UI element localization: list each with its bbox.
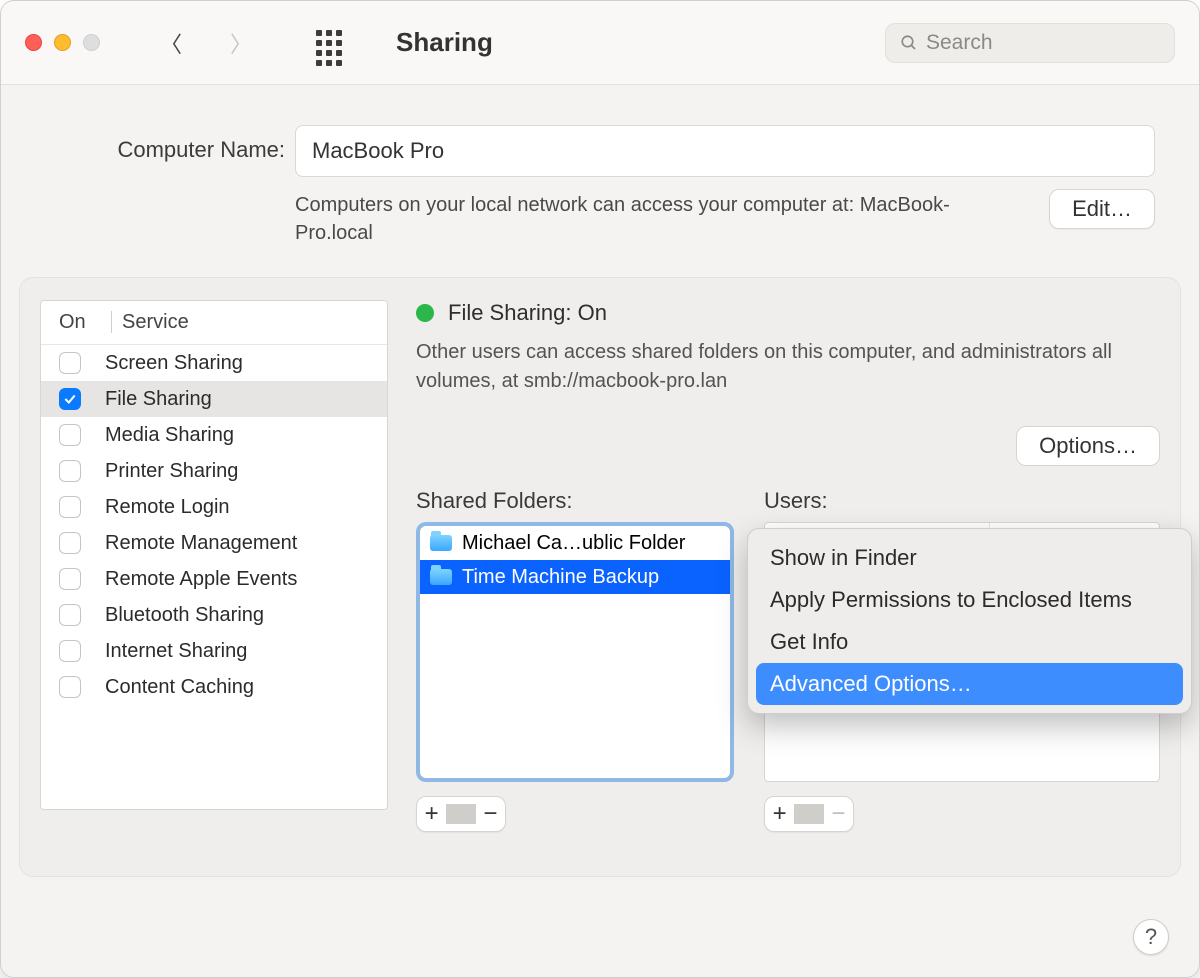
- options-button[interactable]: Options…: [1016, 426, 1160, 466]
- service-detail: File Sharing: On Other users can access …: [416, 300, 1160, 842]
- users-label: Users:: [764, 488, 1160, 514]
- folder-name: Time Machine Backup: [462, 566, 659, 589]
- plusminus-separator: [794, 804, 823, 824]
- remove-user-button: −: [824, 802, 853, 826]
- service-label: Remote Login: [105, 496, 230, 519]
- service-row-internet-sharing[interactable]: Internet Sharing: [41, 633, 387, 669]
- users-plusminus: + −: [764, 796, 854, 832]
- service-label: Bluetooth Sharing: [105, 604, 264, 627]
- search-icon: [900, 34, 918, 52]
- minimize-window-button[interactable]: [54, 34, 71, 51]
- service-checkbox[interactable]: [59, 424, 81, 446]
- computer-name-label: Computer Name:: [45, 125, 285, 163]
- service-label: Printer Sharing: [105, 460, 238, 483]
- service-row-printer-sharing[interactable]: Printer Sharing: [41, 453, 387, 489]
- service-row-screen-sharing[interactable]: Screen Sharing: [41, 345, 387, 381]
- services-header-separator: [111, 311, 112, 333]
- folder-name: Michael Ca…ublic Folder: [462, 532, 685, 555]
- service-checkbox[interactable]: [59, 604, 81, 626]
- edit-computer-name-button[interactable]: Edit…: [1049, 189, 1155, 229]
- service-checkbox[interactable]: [59, 496, 81, 518]
- status-row: File Sharing: On: [416, 300, 1160, 326]
- show-all-prefs-button[interactable]: [316, 30, 350, 56]
- remove-shared-folder-button[interactable]: −: [476, 802, 505, 826]
- service-row-content-caching[interactable]: Content Caching: [41, 669, 387, 705]
- sharing-preferences-window: 〈 〉 Sharing Search Computer Name: Comput…: [0, 0, 1200, 978]
- service-checkbox[interactable]: [59, 352, 81, 374]
- service-label: File Sharing: [105, 388, 212, 411]
- zoom-window-button: [83, 34, 100, 51]
- search-field[interactable]: Search: [885, 23, 1175, 63]
- forward-button: 〉: [230, 27, 252, 59]
- folder-icon: [430, 535, 452, 551]
- plusminus-separator: [446, 804, 475, 824]
- service-label: Internet Sharing: [105, 640, 247, 663]
- help-button[interactable]: ?: [1133, 919, 1169, 955]
- context-menu-item[interactable]: Advanced Options…: [756, 663, 1183, 705]
- service-label: Media Sharing: [105, 424, 234, 447]
- service-row-media-sharing[interactable]: Media Sharing: [41, 417, 387, 453]
- service-row-bluetooth-sharing[interactable]: Bluetooth Sharing: [41, 597, 387, 633]
- search-placeholder: Search: [926, 31, 993, 55]
- status-description: Other users can access shared folders on…: [416, 338, 1136, 396]
- context-menu-item[interactable]: Show in Finder: [756, 537, 1183, 579]
- close-window-button[interactable]: [25, 34, 42, 51]
- services-header: On Service: [41, 301, 387, 345]
- shared-folder-row[interactable]: Michael Ca…ublic Folder: [420, 526, 730, 560]
- status-title: File Sharing: On: [448, 300, 607, 326]
- service-label: Remote Apple Events: [105, 568, 297, 591]
- window-controls: [25, 34, 100, 51]
- shared-folders-plusminus: + −: [416, 796, 506, 832]
- service-label: Content Caching: [105, 676, 254, 699]
- shared-folders-label: Shared Folders:: [416, 488, 734, 514]
- service-checkbox[interactable]: [59, 532, 81, 554]
- services-list: On Service Screen Sharing File Sharing Med…: [40, 300, 388, 810]
- nav-arrows: 〈 〉: [160, 27, 252, 59]
- shared-folder-row[interactable]: Time Machine Backup: [420, 560, 730, 594]
- folder-icon: [430, 569, 452, 585]
- computer-name-input[interactable]: [295, 125, 1155, 177]
- context-menu-item[interactable]: Get Info: [756, 621, 1183, 663]
- service-row-remote-management[interactable]: Remote Management: [41, 525, 387, 561]
- service-checkbox[interactable]: [59, 388, 81, 410]
- shared-folders-list[interactable]: Michael Ca…ublic Folder Time Machine Back…: [416, 522, 734, 782]
- service-row-remote-login[interactable]: Remote Login: [41, 489, 387, 525]
- service-row-remote-apple-events[interactable]: Remote Apple Events: [41, 561, 387, 597]
- service-checkbox[interactable]: [59, 676, 81, 698]
- service-checkbox[interactable]: [59, 640, 81, 662]
- context-menu-item[interactable]: Apply Permissions to Enclosed Items: [756, 579, 1183, 621]
- add-user-button[interactable]: +: [765, 802, 794, 826]
- add-shared-folder-button[interactable]: +: [417, 802, 446, 826]
- upper-content: Computer Name: Computers on your local n…: [1, 85, 1199, 247]
- computer-name-caption: Computers on your local network can acce…: [295, 191, 1019, 247]
- status-indicator-icon: [416, 304, 434, 322]
- folder-context-menu: Show in FinderApply Permissions to Enclo…: [747, 528, 1192, 714]
- pane-title: Sharing: [396, 27, 493, 58]
- service-label: Remote Management: [105, 532, 297, 555]
- service-row-file-sharing[interactable]: File Sharing: [41, 381, 387, 417]
- titlebar: 〈 〉 Sharing Search: [1, 1, 1199, 85]
- service-checkbox[interactable]: [59, 460, 81, 482]
- service-checkbox[interactable]: [59, 568, 81, 590]
- services-header-service: Service: [122, 311, 189, 334]
- service-label: Screen Sharing: [105, 352, 243, 375]
- back-button[interactable]: 〈: [160, 27, 182, 59]
- services-panel: On Service Screen Sharing File Sharing Med…: [19, 277, 1181, 877]
- services-header-on: On: [59, 311, 111, 334]
